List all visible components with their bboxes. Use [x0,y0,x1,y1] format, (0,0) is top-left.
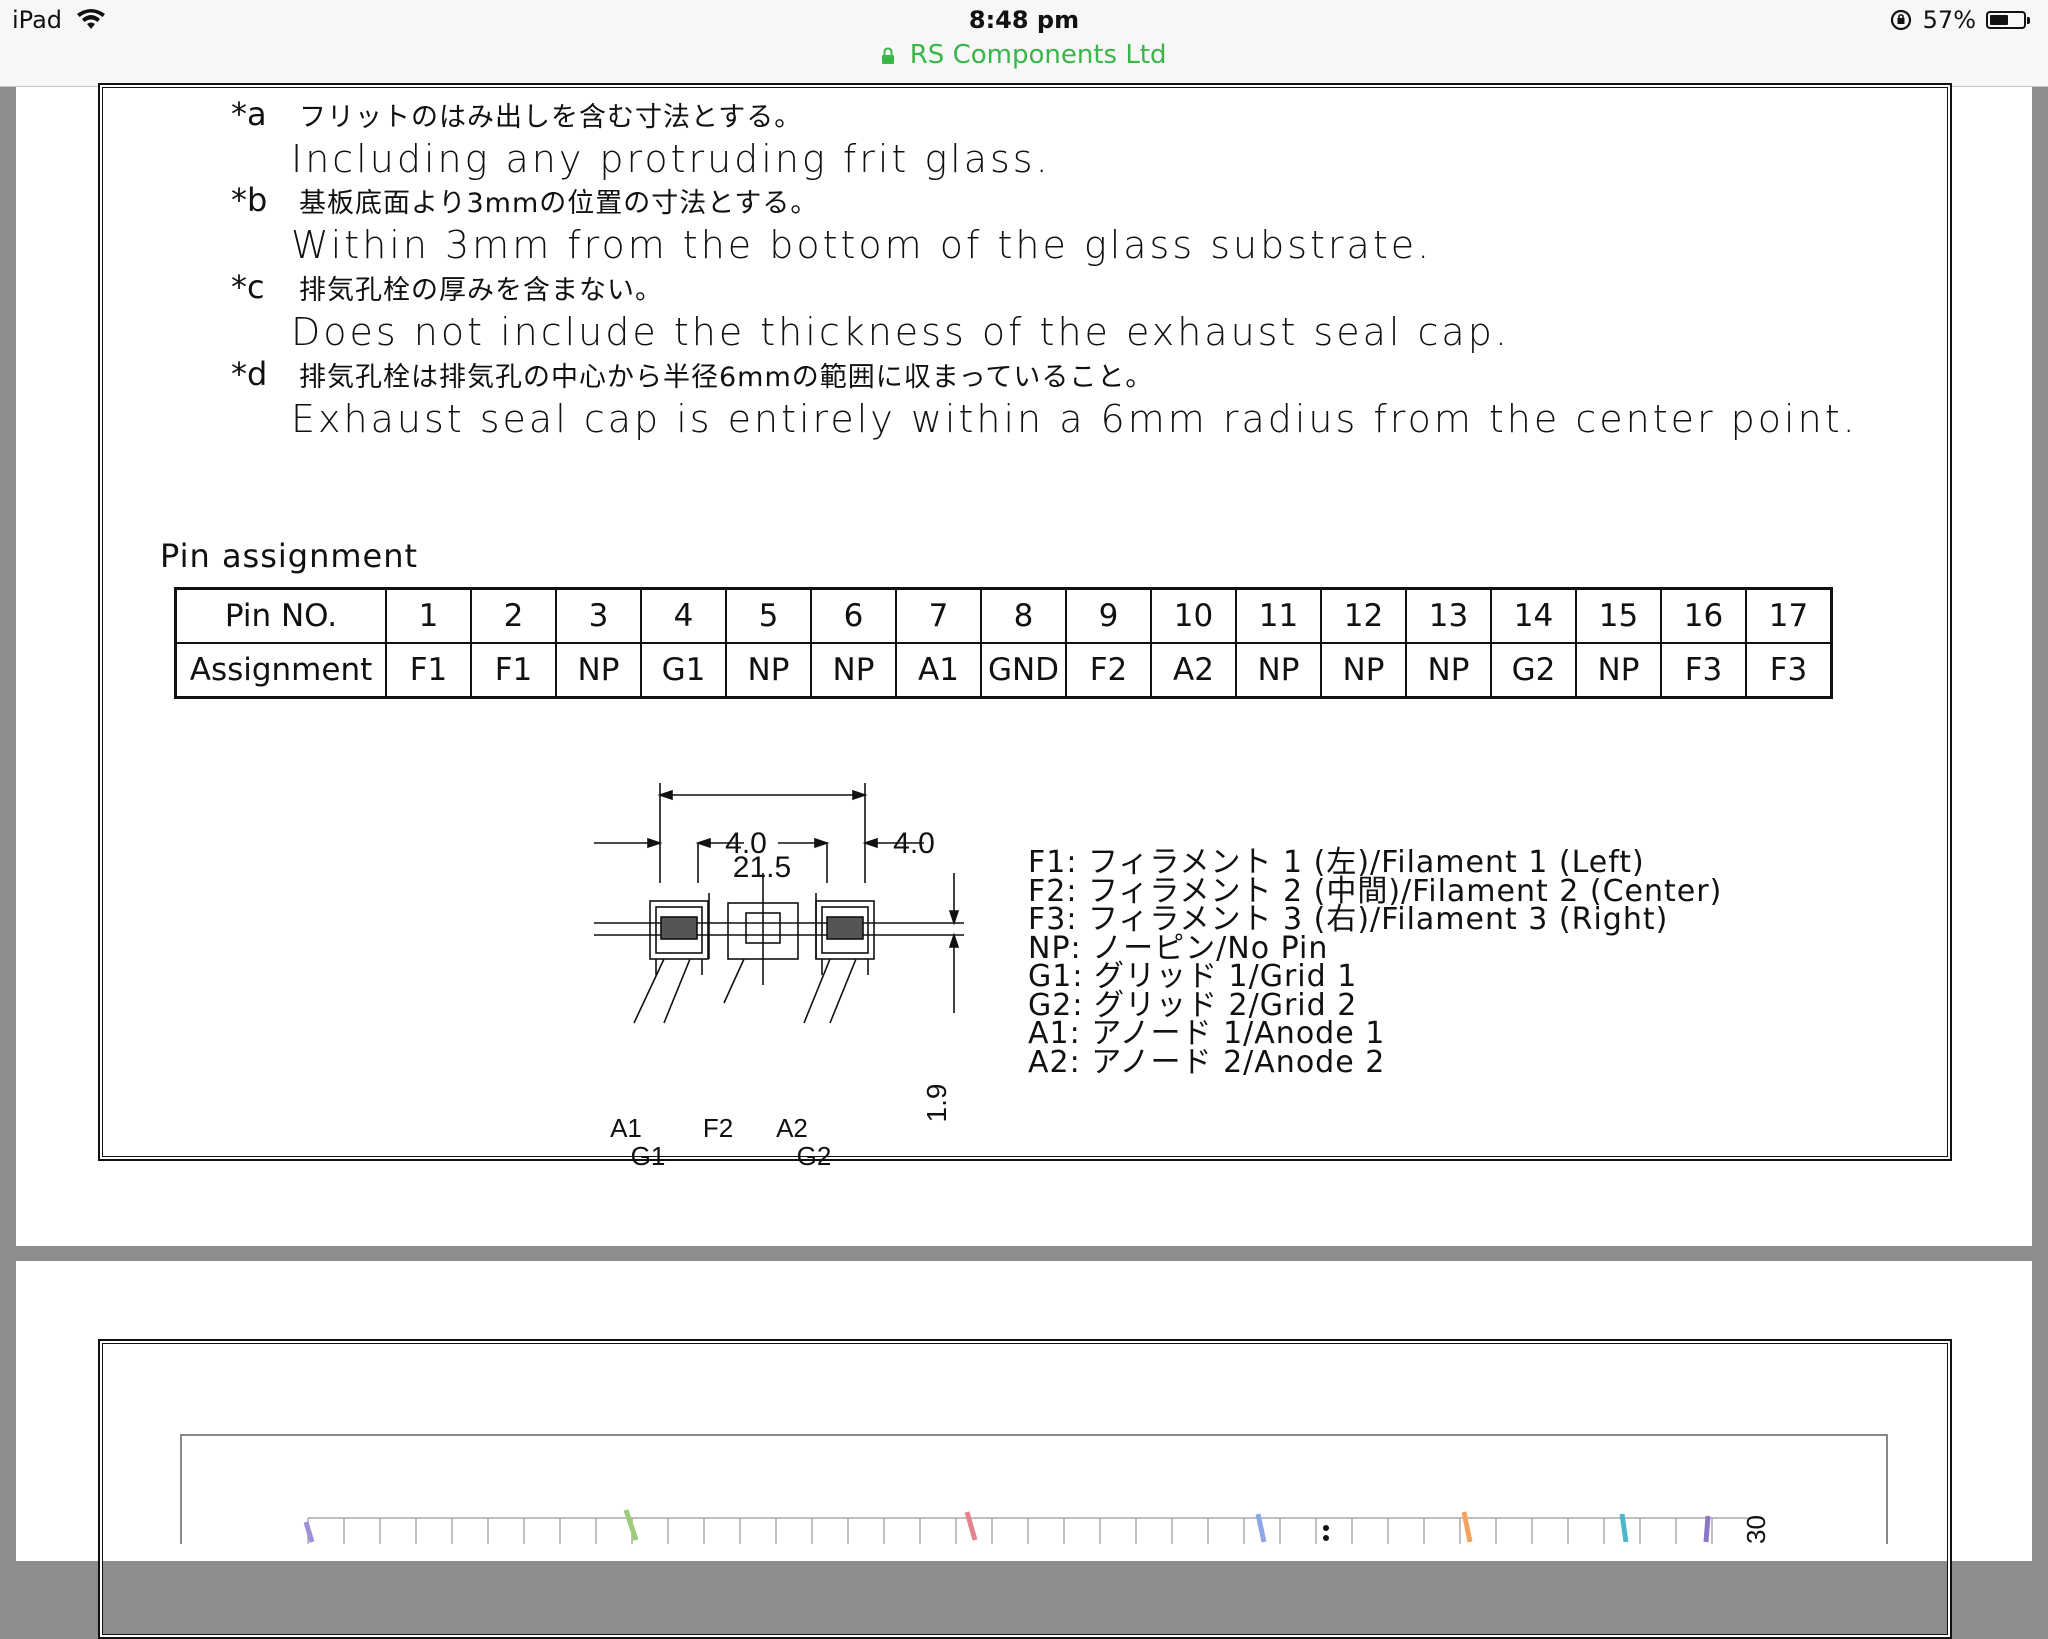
document-page: *a フリットのはみ出しを含む寸法とする。 Including any prot… [16,83,2032,1246]
pin-assignment-table: Pin NO. 1 2 3 4 5 6 7 8 9 10 11 12 13 14 15 16 17 Assign… [174,587,1833,699]
pin-number-cell: 2 [470,587,557,644]
pin-assignment-cell: NP [1405,642,1492,699]
pin-assignment-cell: NP [1575,642,1662,699]
pin-assignment-cell: NP [810,642,897,699]
pin-number-cell: 11 [1235,587,1322,644]
dim-height-label: 1.9 [921,1084,952,1123]
pin-number-row: Pin NO. 1 2 3 4 5 6 7 8 9 10 11 12 13 14 15 16 17 [174,587,1833,644]
pin-assignment-cell: A1 [895,642,982,699]
pin-assignment-cell: F2 [1065,642,1152,699]
pin-number-cell: 6 [810,587,897,644]
pin-label-a1: A1 [610,1113,642,1143]
note-jp: 基板底面より3mmの位置の寸法とする。 [299,188,819,219]
pin-assignment-cell: NP [725,642,812,699]
battery-percent: 57% [1922,6,1976,34]
lock-icon [882,46,895,64]
pin-number-cell: 15 [1575,587,1662,644]
note-mark: *a [231,95,267,133]
pin-number-cell: 7 [895,587,982,644]
assignment-row: Assignment F1 F1 NP G1 NP NP A1 GND F2 A2 NP NP NP G2… [174,642,1833,699]
pin-assignment-title: Pin assignment [160,537,419,575]
battery-icon [1986,11,2030,29]
pin-assignment-cell: NP [555,642,642,699]
chart-y-tick-label: 30 [1741,1515,1771,1544]
pin-number-cell: 13 [1405,587,1492,644]
pin-label-g2: G2 [797,1141,832,1171]
pin-label-f2: F2 [703,1113,733,1143]
note-jp: 排気孔栓は排気孔の中心から半径6mmの範囲に収まっていること。 [299,362,1154,393]
row-header: Pin NO. [174,587,387,644]
site-name: RS Components Ltd [909,40,1167,70]
note-en: Does not include the thickness of the ex… [291,310,1510,354]
pin-assignment-cell: G2 [1490,642,1577,699]
status-right: 57% [1889,6,2030,34]
chart-frame [180,1434,1888,1544]
pin-assignment-cell: G1 [640,642,727,699]
pin-number-cell: 5 [725,587,812,644]
pin-number-cell: 16 [1660,587,1747,644]
pin-assignment-cell: A2 [1150,642,1237,699]
pin-assignment-cell: F3 [1660,642,1747,699]
pin-number-cell: 17 [1745,587,1833,644]
pin-assignment-cell: NP [1235,642,1322,699]
pin-number-cell: 12 [1320,587,1407,644]
pin-number-cell: 14 [1490,587,1577,644]
dim-a-label: 4.0 [725,827,767,860]
pin-assignment-cell: F1 [470,642,557,699]
note-mark: *b [231,181,268,219]
site-address[interactable]: RS Components Ltd [0,40,2048,70]
pin-number-cell: 9 [1065,587,1152,644]
battery-level [1990,15,2009,25]
document-page-next: 30 [16,1261,2032,1639]
pin-number-cell: 10 [1150,587,1237,644]
pin-number-cell: 8 [980,587,1067,644]
note-jp: 排気孔栓の厚みを含まない。 [299,275,663,306]
pin-assignment-cell: NP [1320,642,1407,699]
note-jp: フリットのはみ出しを含む寸法とする。 [299,102,803,133]
pin-number-cell: 1 [385,587,472,644]
pin-assignment-cell: F3 [1745,642,1833,699]
pin-legend: F1: フィラメント 1 (左)/Filament 1 (Left) F2: フ… [1028,848,1722,1080]
note-en: Within 3mm from the bottom of the glass … [291,223,1433,267]
pin-assignment-cell: GND [980,642,1067,699]
pin-number-cell: 4 [640,587,727,644]
pin-assignment-cell: F1 [385,642,472,699]
legend-item: A2: アノード 2/Anode 2 [1028,1044,1386,1080]
row-header: Assignment [174,642,387,699]
note-en: Including any protruding frit glass. [291,137,1051,181]
status-time: 8:48 pm [968,6,1080,34]
status-bar: iPad 8:48 pm RS Components Ltd 57% [0,0,2048,87]
chart-preview: 30 [180,1434,1888,1544]
pin-label-a2: A2 [776,1113,808,1143]
rotation-lock-icon [1890,9,1911,31]
note-mark: *d [231,355,268,393]
pin-label-g1: G1 [631,1141,666,1171]
pin-dimension-diagram: 21.5 4.0 4.0 1.9 A1 G1 F2 A2 G2 [594,783,964,1171]
pin-number-cell: 3 [555,587,642,644]
note-en: Exhaust seal cap is entirely within a 6m… [291,397,1858,441]
note-mark: *c [231,268,265,306]
dim-b-label: 4.0 [893,827,935,860]
